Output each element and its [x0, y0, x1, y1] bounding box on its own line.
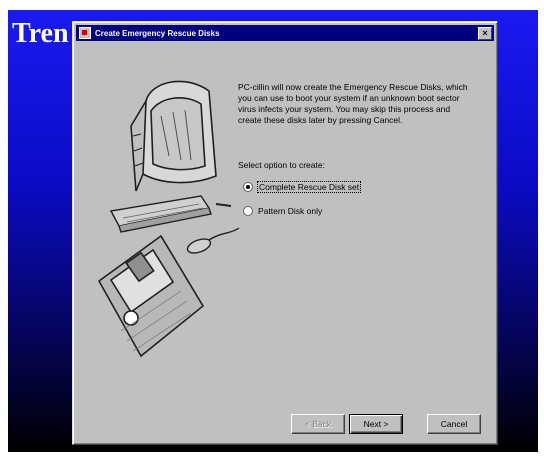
dialog-description: PC-cillin will now create the Emergency …: [238, 82, 468, 125]
cancel-button[interactable]: Cancel: [427, 414, 481, 434]
radio-button-selected[interactable]: [243, 182, 253, 192]
select-option-label: Select option to create:: [238, 160, 325, 170]
next-button[interactable]: Next >: [349, 414, 403, 434]
option-label[interactable]: Complete Rescue Disk set: [256, 181, 362, 193]
option-pattern-disk-only[interactable]: Pattern Disk only: [243, 206, 322, 216]
dialog-title: Create Emergency Rescue Disks: [95, 28, 220, 38]
keyboard-icon: [109, 195, 212, 233]
rescue-disk-dialog: Create Emergency Rescue Disks × PC-cilli…: [72, 21, 498, 445]
option-complete-rescue-set[interactable]: Complete Rescue Disk set: [243, 181, 362, 193]
computer-floppy-illustration: [97, 80, 240, 358]
app-icon: [79, 27, 91, 39]
background-title: Tren: [12, 18, 69, 49]
mouse-icon: [186, 227, 240, 254]
close-button[interactable]: ×: [478, 26, 492, 40]
back-button[interactable]: < Back: [291, 414, 345, 434]
monitor-icon: [130, 80, 217, 192]
radio-button[interactable]: [243, 206, 253, 216]
dialog-titlebar[interactable]: Create Emergency Rescue Disks ×: [76, 25, 494, 41]
desktop-background: Tren Create Emergency Rescue Disks × PC-…: [8, 10, 538, 452]
floppy-disk-icon: [97, 234, 205, 358]
option-label[interactable]: Pattern Disk only: [258, 206, 322, 216]
